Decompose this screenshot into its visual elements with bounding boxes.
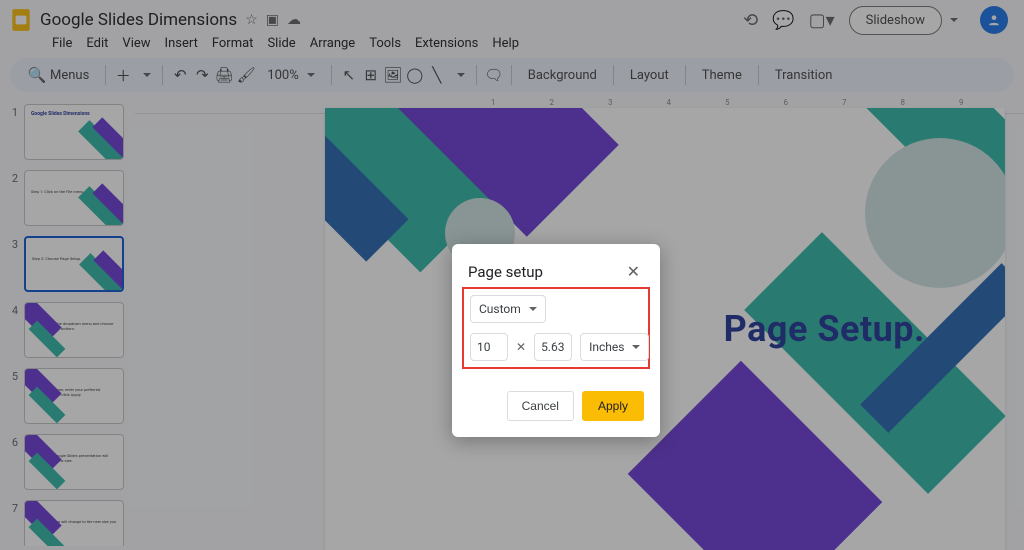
close-icon[interactable]: ✕	[623, 260, 644, 283]
page-setup-dialog: Page setup ✕ Custom ✕ Inches Cancel Appl…	[452, 244, 660, 437]
size-preset-dropdown[interactable]: Custom	[470, 295, 546, 323]
times-icon: ✕	[516, 340, 526, 354]
annotation-highlight: Custom ✕ Inches	[462, 287, 650, 369]
unit-dropdown[interactable]: Inches	[580, 333, 649, 361]
cancel-button[interactable]: Cancel	[507, 391, 574, 421]
apply-button[interactable]: Apply	[582, 391, 644, 421]
dialog-title: Page setup	[468, 263, 543, 281]
height-input[interactable]	[534, 333, 572, 361]
width-input[interactable]	[470, 333, 508, 361]
